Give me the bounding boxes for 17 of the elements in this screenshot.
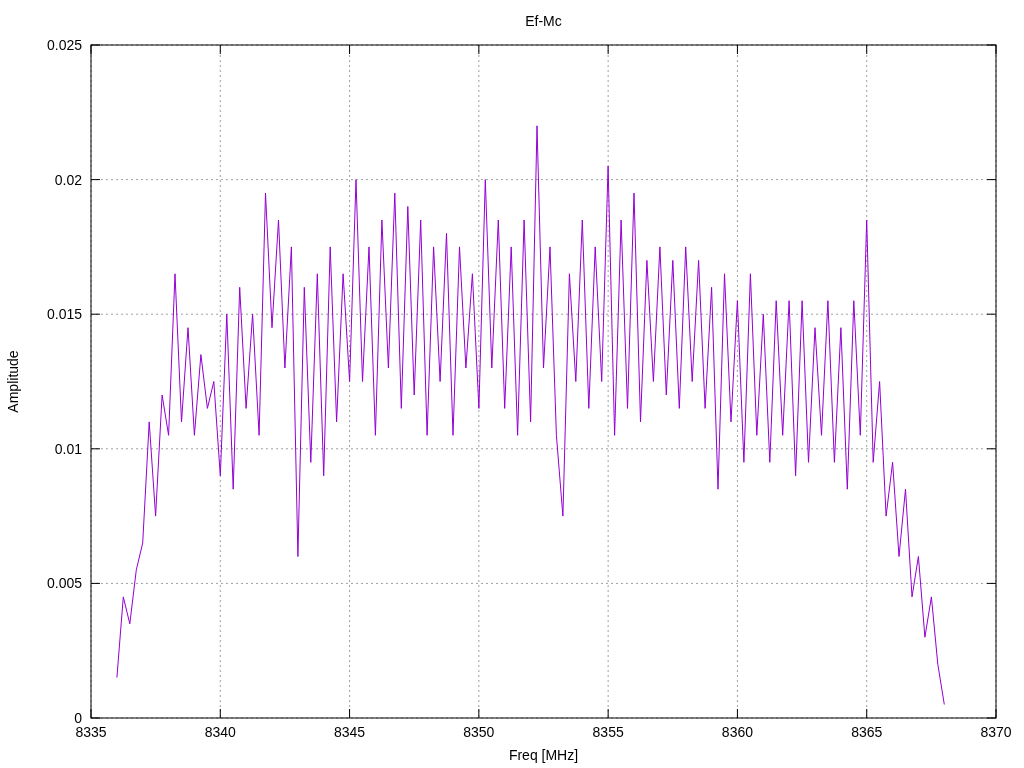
- x-tick-label: 8360: [721, 724, 753, 740]
- y-tick-label: 0: [74, 710, 82, 726]
- x-tick-label: 8350: [463, 724, 495, 740]
- x-tick-label: 8365: [851, 724, 883, 740]
- x-tick-label: 8370: [980, 724, 1012, 740]
- x-tick-label: 8355: [592, 724, 624, 740]
- y-tick-label: 0.005: [46, 575, 82, 592]
- y-tick-label: 0.02: [54, 171, 82, 188]
- y-tick-label: 0.025: [46, 37, 82, 53]
- y-tick-label: 0.01: [54, 440, 82, 457]
- x-tick-label: 8340: [204, 724, 236, 740]
- x-tick-label: 8345: [334, 724, 366, 740]
- x-axis-label: Freq [MHz]: [508, 747, 579, 763]
- y-axis-label: Amplitude: [5, 350, 21, 413]
- chart-title: Ef-Mc: [525, 13, 562, 29]
- y-tick-label: 0.015: [46, 306, 82, 323]
- x-tick-label: 8335: [75, 724, 107, 740]
